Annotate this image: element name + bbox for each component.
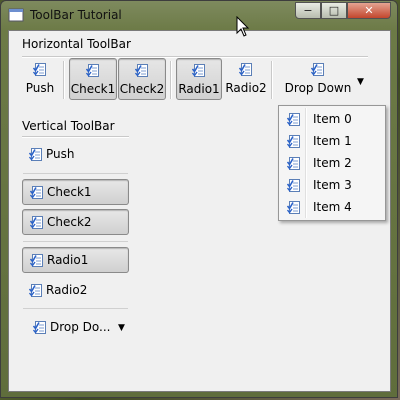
- checklist-icon: [135, 63, 149, 77]
- toolbar-push-button[interactable]: Push: [21, 58, 59, 100]
- vtoolbar-separator: [23, 308, 128, 309]
- check2-label: Check2: [47, 215, 92, 229]
- check1-label: Check1: [47, 185, 92, 199]
- app-icon: [8, 8, 24, 22]
- minimize-button[interactable]: −: [295, 2, 321, 19]
- radio1-label: Radio1: [47, 253, 89, 267]
- vtoolbar-check2-button[interactable]: Check2: [22, 209, 129, 235]
- menu-item-label: Item 4: [313, 200, 352, 214]
- radio2-label: Radio2: [225, 81, 267, 95]
- vtoolbar-separator: [23, 241, 128, 242]
- chevron-down-icon[interactable]: ▼: [118, 323, 125, 333]
- checklist-icon: [311, 62, 325, 76]
- toolbar-check2-button[interactable]: Check2: [118, 58, 166, 100]
- checklist-icon: [29, 283, 43, 297]
- checklist-icon: [287, 156, 301, 170]
- menu-item-label: Item 0: [313, 112, 352, 126]
- checklist-icon: [29, 147, 43, 161]
- title-bar[interactable]: ToolBar Tutorial − □ ✕: [1, 1, 397, 29]
- menu-item-0[interactable]: Item 0: [281, 108, 383, 130]
- vtoolbar-push-button[interactable]: Push: [22, 142, 129, 168]
- check1-label: Check1: [70, 82, 116, 96]
- dropdown-label: Drop Down: [284, 81, 352, 95]
- radio2-label: Radio2: [46, 283, 88, 297]
- minimize-icon: −: [303, 4, 313, 17]
- vtoolbar-check1-button[interactable]: Check1: [22, 179, 129, 205]
- checklist-icon: [287, 134, 301, 148]
- toolbar-radio1-button[interactable]: Radio1: [176, 58, 222, 100]
- checklist-icon: [239, 62, 253, 76]
- push-label: Push: [25, 81, 55, 95]
- checklist-icon: [33, 320, 47, 334]
- vertical-toolbar-divider: [22, 136, 129, 138]
- toolbar-check1-button[interactable]: Check1: [69, 58, 117, 100]
- checklist-icon: [86, 63, 100, 77]
- chevron-down-icon[interactable]: ▼: [357, 77, 364, 87]
- maximize-button[interactable]: □: [321, 2, 347, 19]
- dropdown-menu: Item 0 Item 1 Item 2 Item 3 Item 4: [278, 105, 386, 221]
- close-icon: ✕: [364, 4, 374, 17]
- menu-item-2[interactable]: Item 2: [281, 152, 383, 174]
- close-button[interactable]: ✕: [347, 2, 391, 19]
- radio1-label: Radio1: [178, 82, 220, 96]
- mouse-cursor-icon: [236, 16, 250, 37]
- checklist-icon: [33, 62, 47, 76]
- checklist-icon: [30, 253, 44, 267]
- toolbar-radio2-button[interactable]: Radio2: [224, 58, 268, 100]
- toolbar-separator: [170, 61, 172, 99]
- toolbar-separator: [63, 61, 65, 99]
- app-window: ToolBar Tutorial − □ ✕ Horizontal ToolBa…: [0, 0, 398, 398]
- vtoolbar-dropdown-button[interactable]: Drop Do... ▼: [26, 315, 126, 341]
- toolbar-dropdown-button[interactable]: Drop Down: [279, 58, 357, 100]
- checklist-icon: [30, 185, 44, 199]
- checklist-icon: [287, 178, 301, 192]
- window-controls: − □ ✕: [295, 2, 391, 20]
- vtoolbar-radio2-button[interactable]: Radio2: [22, 278, 129, 304]
- menu-item-3[interactable]: Item 3: [281, 174, 383, 196]
- vertical-toolbar-title: Vertical ToolBar: [22, 119, 115, 133]
- window-title: ToolBar Tutorial: [30, 8, 122, 22]
- checklist-icon: [287, 112, 301, 126]
- check2-label: Check2: [119, 82, 165, 96]
- checklist-icon: [30, 215, 44, 229]
- maximize-icon: □: [328, 4, 340, 17]
- vtoolbar-separator: [23, 173, 128, 174]
- menu-item-4[interactable]: Item 4: [281, 196, 383, 218]
- checklist-icon: [192, 63, 206, 77]
- menu-item-label: Item 3: [313, 178, 352, 192]
- menu-item-label: Item 1: [313, 134, 352, 148]
- push-label: Push: [46, 147, 75, 161]
- dropdown-label: Drop Do...: [50, 320, 111, 334]
- checklist-icon: [287, 200, 301, 214]
- horizontal-toolbar-title: Horizontal ToolBar: [22, 37, 131, 51]
- toolbar-separator: [271, 61, 273, 99]
- client-area: Horizontal ToolBar Push Check1 Check2 Ra…: [8, 30, 391, 392]
- menu-item-1[interactable]: Item 1: [281, 130, 383, 152]
- vtoolbar-radio1-button[interactable]: Radio1: [22, 247, 129, 273]
- menu-item-label: Item 2: [313, 156, 352, 170]
